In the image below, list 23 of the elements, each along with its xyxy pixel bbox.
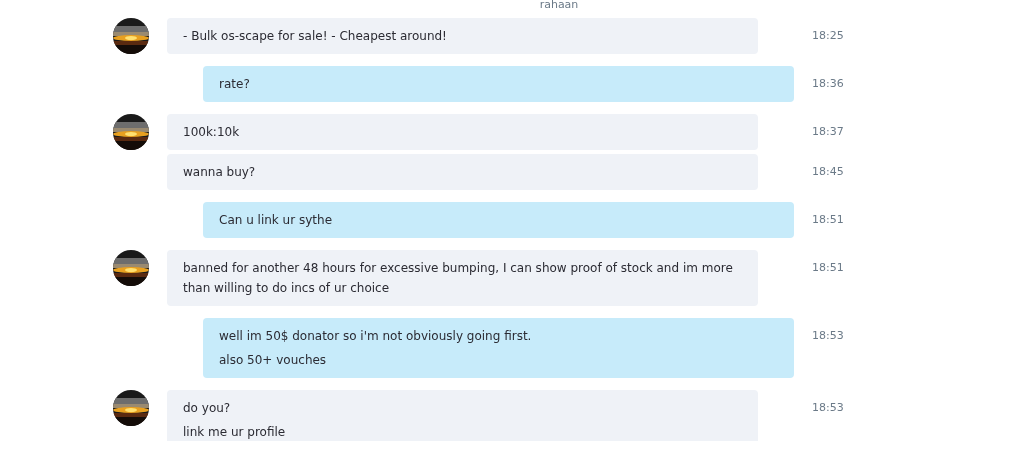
avatar[interactable]: [113, 18, 149, 54]
avatar[interactable]: [113, 390, 149, 426]
conversation-title: rahaan: [539, 0, 579, 10]
message-text: banned for another 48 hours for excessive bumping, I can show proof of stock and im more than willing to do incs of ur choice: [183, 260, 734, 297]
message-time: 18:51: [812, 212, 845, 228]
message-time: 18:37: [812, 124, 845, 140]
message-time: 18:51: [812, 260, 845, 276]
message-time: 18:53: [812, 400, 845, 416]
message-text: well im 50$ donator so i'm not obviously going first.: [219, 328, 533, 345]
message-time: 18:53: [812, 328, 845, 344]
message-text: link me ur profile: [183, 424, 287, 441]
message-text: 100k:10k: [183, 124, 241, 141]
message-text: Can u link ur sythe: [219, 212, 333, 229]
message-time: 18:36: [812, 76, 845, 92]
message-text: also 50+ vouches: [219, 352, 328, 369]
avatar[interactable]: [113, 250, 149, 286]
message-time: 18:45: [812, 164, 845, 180]
message-text: - Bulk os-scape for sale! - Cheapest around!: [183, 28, 448, 45]
message-text: do you?: [183, 400, 232, 417]
message-text: wanna buy?: [183, 164, 257, 181]
message-text: rate?: [219, 76, 251, 93]
avatar[interactable]: [113, 114, 149, 150]
message-time: 18:25: [812, 28, 845, 44]
